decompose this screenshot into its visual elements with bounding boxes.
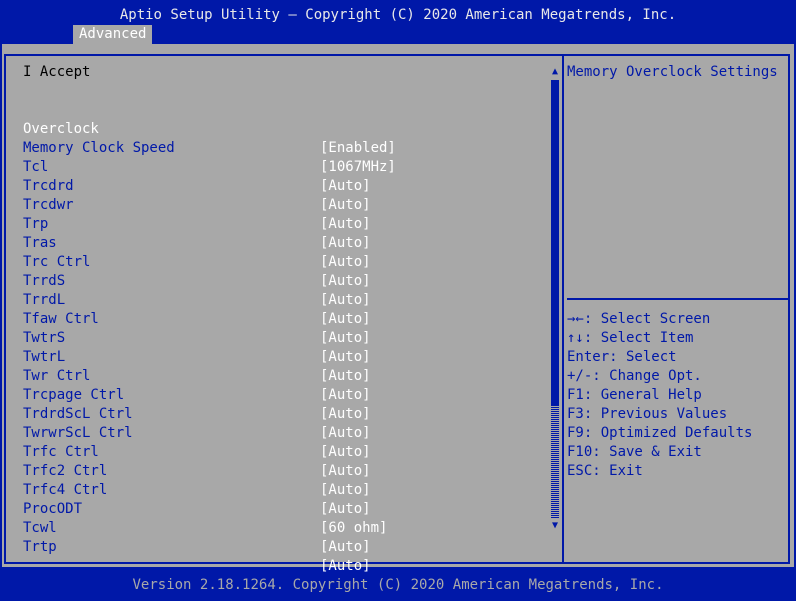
key-hint-exit: ESC: Exit — [567, 463, 643, 479]
setting-row-trp[interactable]: Trp [Auto] — [23, 196, 543, 251]
scroll-up-icon[interactable]: ▲ — [550, 66, 560, 78]
setting-row-trfc4-ctrl[interactable]: Trfc4 Ctrl [Auto] — [23, 462, 543, 517]
settings-scrollbar[interactable]: ▲ ▼ — [550, 66, 560, 534]
help-title: Memory Overclock Settings — [567, 64, 778, 80]
setting-row-trc-ctrl[interactable]: Trc Ctrl [Auto] — [23, 234, 543, 289]
setting-row-trfc2-ctrl[interactable]: Trfc2 Ctrl [Auto] — [23, 443, 543, 498]
setting-row-trcdwr[interactable]: Trcdwr [Auto] — [23, 177, 543, 232]
key-hint-general-help: F1: General Help — [567, 387, 702, 403]
setting-label: Trtp — [23, 539, 57, 555]
setting-row-tcwl[interactable]: Tcwl [Auto] — [23, 500, 543, 555]
setting-row-trcpage-ctrl[interactable]: Trcpage Ctrl [Auto] — [23, 367, 543, 422]
setting-row-twtrs[interactable]: TwtrS [Auto] — [23, 310, 543, 365]
key-hint-select-screen: →←: Select Screen — [567, 311, 711, 327]
setting-row-twrwrscl-ctrl[interactable]: TwrwrScL Ctrl [Auto] — [23, 405, 543, 460]
setting-row-trrds[interactable]: TrrdS [Auto] — [23, 253, 543, 308]
setting-row-trcdrd[interactable]: Trcdrd [Auto] — [23, 158, 543, 213]
setting-row-tcl[interactable]: Tcl [Auto] — [23, 139, 543, 194]
setting-row-twr-ctrl[interactable]: Twr Ctrl [Auto] — [23, 348, 543, 403]
key-hint-save-exit: F10: Save & Exit — [567, 444, 702, 460]
tab-advanced[interactable]: Advanced — [73, 25, 153, 44]
key-hint-optimized-defaults: F9: Optimized Defaults — [567, 425, 753, 441]
key-legend: →←: Select Screen ↑↓: Select Item Enter:… — [567, 310, 752, 481]
key-hint-previous-values: F3: Previous Values — [567, 406, 728, 422]
setting-value[interactable]: [Auto] — [320, 538, 371, 557]
setting-value[interactable]: [Auto] — [320, 557, 371, 576]
page-header: I Accept — [23, 64, 91, 80]
window-title: Aptio Setup Utility – Copyright (C) 2020… — [119, 7, 677, 23]
footer-version: Version 2.18.1264. Copyright (C) 2020 Am… — [132, 577, 664, 593]
setting-row-tras[interactable]: Tras [Auto] — [23, 215, 543, 270]
key-hint-enter: Enter: Select — [567, 349, 677, 365]
setting-row-memory-clock-speed[interactable]: Memory Clock Speed [1067MHz] — [23, 120, 543, 175]
setting-row-overclock[interactable]: Overclock [Enabled] — [23, 101, 543, 156]
help-divider — [567, 298, 790, 300]
panel-divider — [562, 54, 564, 564]
key-hint-select-item: ↑↓: Select Item — [567, 330, 694, 346]
setting-row-trrdl[interactable]: TrrdL [Auto] — [23, 272, 543, 327]
scroll-thumb[interactable] — [551, 80, 559, 406]
settings-list: Overclock [Enabled] Memory Clock Speed [… — [23, 101, 543, 574]
scroll-down-icon[interactable]: ▼ — [550, 520, 560, 532]
key-hint-change-opt: +/-: Change Opt. — [567, 368, 702, 384]
setting-row-trfc-ctrl[interactable]: Trfc Ctrl [Auto] — [23, 424, 543, 479]
setting-row-tfaw-ctrl[interactable]: Tfaw Ctrl [Auto] — [23, 291, 543, 346]
setting-row-trtp[interactable]: Trtp [Auto] — [23, 519, 543, 574]
setting-row-procodt[interactable]: ProcODT [60 ohm] — [23, 481, 543, 536]
setting-row-trdrdscl-ctrl[interactable]: TrdrdScL Ctrl [Auto] — [23, 386, 543, 441]
setting-row-twtrl[interactable]: TwtrL [Auto] — [23, 329, 543, 384]
